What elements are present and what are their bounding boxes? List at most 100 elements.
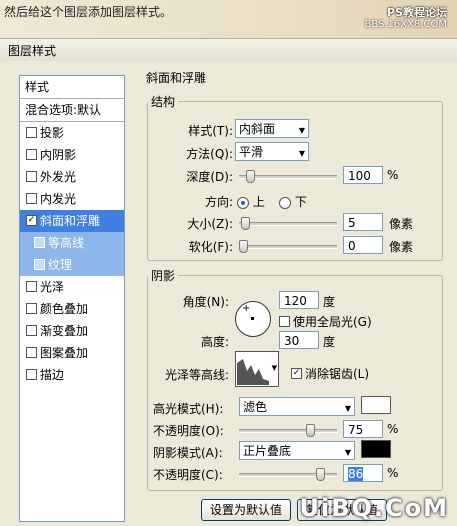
checkbox-icon[interactable] <box>26 369 37 380</box>
soften-input[interactable]: 0 <box>343 236 383 254</box>
size-slider-thumb[interactable] <box>240 217 250 230</box>
tutorial-caption: 然后给这个图层添加图层样式。 <box>4 5 173 19</box>
soften-slider-thumb[interactable] <box>239 240 248 253</box>
highlight-opacity-input[interactable]: 75 <box>343 420 383 438</box>
highlight-opacity-thumb[interactable] <box>305 424 315 437</box>
depth-slider-thumb[interactable] <box>246 170 256 183</box>
radio-icon <box>279 196 291 209</box>
checkbox-icon[interactable] <box>26 171 37 182</box>
checkbox-checked-icon[interactable]: ✓ <box>26 215 37 226</box>
direction-up-label: 上 <box>252 195 265 209</box>
altitude-input[interactable]: 30 <box>279 331 319 349</box>
shadow-opacity-thumb[interactable] <box>315 468 325 481</box>
altitude-label: 高度: <box>200 335 229 349</box>
highlight-mode-value: 滤色 <box>243 400 268 414</box>
style-item-label: 描边 <box>40 368 65 382</box>
direction-up-radio[interactable]: 上 <box>237 193 265 210</box>
shadow-opacity-unit: % <box>387 466 399 480</box>
size-label: 大小(Z): <box>187 217 233 231</box>
style-item[interactable]: 外发光 <box>20 166 124 188</box>
angle-dial[interactable]: + <box>235 301 271 337</box>
checkbox-icon[interactable] <box>34 237 45 248</box>
shadow-mode-value: 正片叠底 <box>243 444 292 458</box>
angle-input[interactable]: 120 <box>279 291 319 309</box>
technique-select[interactable]: 平滑 ▼ <box>235 142 309 161</box>
shadow-mode-label: 阴影模式(A): <box>153 446 223 460</box>
bevel-style-select[interactable]: 内斜面 ▼ <box>235 119 309 138</box>
altitude-unit: 度 <box>323 335 336 349</box>
gloss-contour-picker[interactable]: ▼ <box>235 351 279 387</box>
style-item[interactable]: 纹理 <box>20 254 124 276</box>
shading-title: 阴影 <box>151 269 176 283</box>
style-item-label: 内发光 <box>40 192 77 206</box>
shadow-opacity-slider[interactable] <box>239 468 337 481</box>
style-item-label: 等高线 <box>48 236 85 250</box>
technique-label: 方法(Q): <box>186 147 233 161</box>
shadow-opacity-selected-text: 86 <box>348 467 364 481</box>
global-light-checkbox[interactable]: 使用全局光(G) <box>279 313 372 330</box>
blending-options-item[interactable]: 混合选项:默认 <box>20 99 124 122</box>
highlight-mode-select[interactable]: 滤色 ▼ <box>239 397 355 416</box>
style-item[interactable]: 描边 <box>20 364 124 386</box>
style-label: 样式(T): <box>188 124 233 138</box>
angle-unit: 度 <box>323 295 336 309</box>
style-item[interactable]: 渐变叠加 <box>20 320 124 342</box>
style-item[interactable]: 投影 <box>20 122 124 144</box>
depth-input[interactable]: 100 <box>343 166 383 184</box>
checkbox-checked-icon: ✓ <box>291 368 302 379</box>
dialog-title: 图层样式 <box>8 44 57 58</box>
highlight-opacity-slider[interactable] <box>239 424 337 437</box>
gloss-contour-label: 光泽等高线: <box>164 368 229 382</box>
checkbox-icon[interactable] <box>34 259 45 270</box>
style-item[interactable]: 内阴影 <box>20 144 124 166</box>
shadow-mode-select[interactable]: 正片叠底 ▼ <box>239 441 355 460</box>
shadow-color-swatch[interactable] <box>361 440 391 458</box>
size-slider[interactable] <box>239 217 337 230</box>
soften-unit: 像素 <box>389 240 414 254</box>
style-item[interactable]: 光泽 <box>20 276 124 298</box>
technique-value: 平滑 <box>239 145 264 159</box>
forum-url-watermark: BBS.16XX8.COM <box>364 19 447 30</box>
checkbox-icon[interactable] <box>26 127 37 138</box>
style-item[interactable]: ✓ 斜面和浮雕 <box>20 210 124 232</box>
style-item-label: 纹理 <box>48 258 73 272</box>
checkbox-icon[interactable] <box>26 149 37 160</box>
checkbox-icon[interactable] <box>26 193 37 204</box>
make-default-button[interactable]: 设置为默认值 <box>201 499 291 521</box>
structure-title: 结构 <box>151 95 176 109</box>
style-item[interactable]: 颜色叠加 <box>20 298 124 320</box>
soften-slider[interactable] <box>239 240 337 253</box>
angle-label: 角度(N): <box>182 295 229 309</box>
size-input[interactable]: 5 <box>343 213 383 231</box>
soften-label: 软化(F): <box>188 240 233 254</box>
checkbox-icon[interactable] <box>26 347 37 358</box>
contour-curve-icon <box>237 359 269 385</box>
checkbox-icon[interactable] <box>26 325 37 336</box>
style-item-label: 图案叠加 <box>40 346 89 360</box>
antialias-label: 消除锯齿(L) <box>305 367 370 381</box>
style-item[interactable]: 内发光 <box>20 188 124 210</box>
dropdown-arrow-icon: ▼ <box>344 448 351 457</box>
style-item-label: 光泽 <box>40 280 65 294</box>
depth-label: 深度(D): <box>186 170 233 184</box>
global-light-label: 使用全局光(G) <box>293 315 372 329</box>
highlight-color-swatch[interactable] <box>361 396 391 414</box>
shadow-opacity-input[interactable]: 86 <box>343 464 383 482</box>
checkbox-icon[interactable] <box>26 281 37 292</box>
style-item[interactable]: 等高线 <box>20 232 124 254</box>
dropdown-arrow-icon: ▼ <box>298 126 305 135</box>
depth-slider[interactable] <box>239 170 337 183</box>
antialias-checkbox[interactable]: ✓ 消除锯齿(L) <box>291 365 369 382</box>
checkbox-icon <box>279 316 290 327</box>
direction-down-label: 下 <box>294 195 307 209</box>
highlight-opacity-unit: % <box>387 422 399 436</box>
direction-down-radio[interactable]: 下 <box>279 193 307 210</box>
depth-unit: % <box>387 168 399 182</box>
style-item[interactable]: 图案叠加 <box>20 342 124 364</box>
site-watermark: UiBQ.CoM <box>299 494 449 522</box>
styles-header[interactable]: 样式 <box>20 76 124 99</box>
style-item-label: 颜色叠加 <box>40 302 89 316</box>
bevel-style-value: 内斜面 <box>239 122 276 136</box>
checkbox-icon[interactable] <box>26 303 37 314</box>
dropdown-arrow-icon: ▼ <box>344 404 351 413</box>
